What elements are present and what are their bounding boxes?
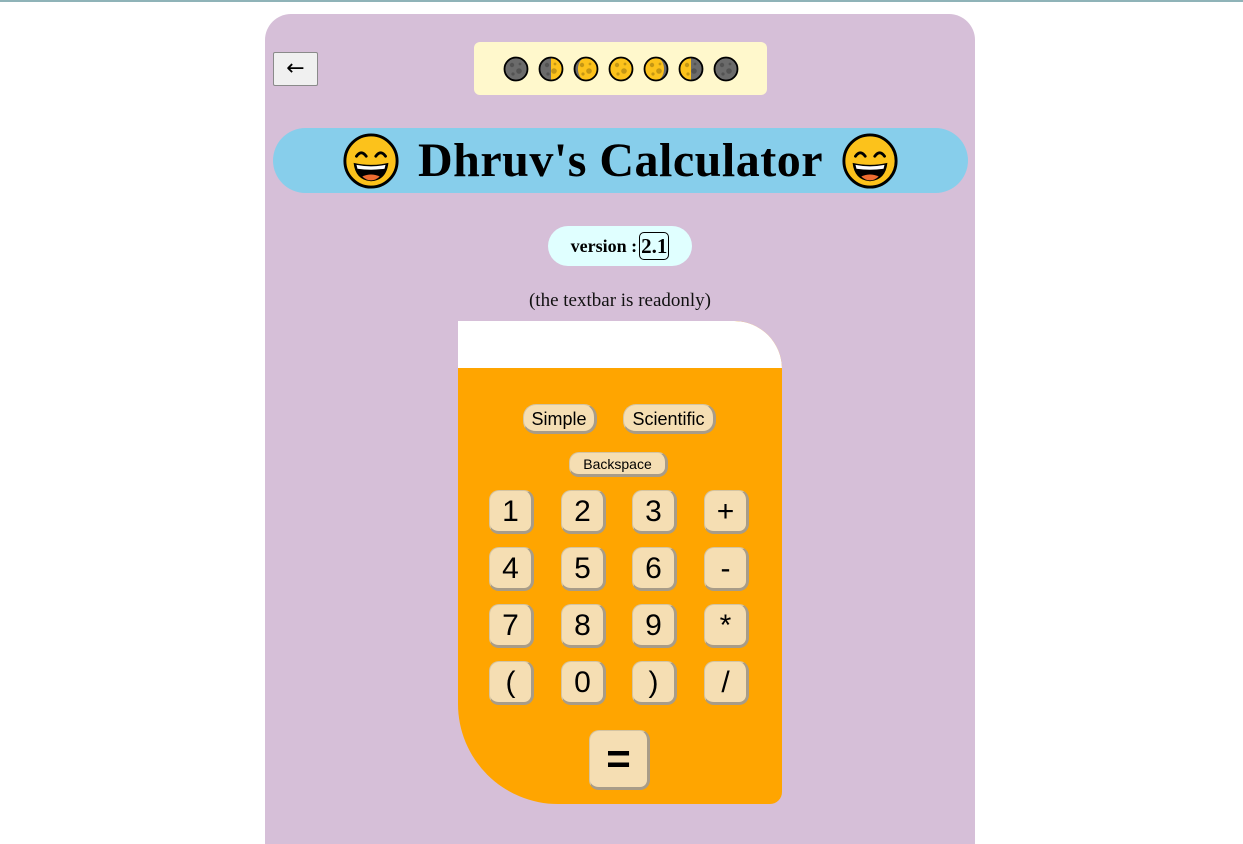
waxing-gibbous-moon-icon [573,56,598,81]
moon-phase-bar [474,42,767,95]
waning-gibbous-moon-icon [643,56,668,81]
key-button[interactable]: * [704,604,749,648]
new-moon-icon [503,56,528,81]
back-button[interactable]: ← [273,52,318,86]
title-banner: Dhruv's Calculator [273,128,968,193]
key-button[interactable]: 1 [489,490,534,534]
new-moon-icon [713,56,738,81]
backspace-button[interactable]: Backspace [569,452,668,477]
grinning-face-icon [842,132,898,189]
last-quarter-moon-icon [678,56,703,81]
key-button[interactable]: / [704,661,749,705]
key-button[interactable]: + [704,490,749,534]
main-card: ← Dhruv's Calculator version :2.1 (the t… [265,14,975,844]
equals-button[interactable]: = [589,730,650,790]
full-moon-icon [608,56,633,81]
scientific-mode-button[interactable]: Scientific [623,404,716,434]
key-button[interactable]: 9 [632,604,677,648]
calculator-display[interactable] [458,321,782,368]
key-button[interactable]: ) [632,661,677,705]
readonly-note: (the textbar is readonly) [528,290,711,311]
key-button[interactable]: 4 [489,547,534,591]
version-label: version : [570,235,638,256]
key-button[interactable]: 8 [561,604,606,648]
key-button[interactable]: 2 [561,490,606,534]
simple-mode-button[interactable]: Simple [523,404,597,434]
page-title: Dhruv's Calculator [418,134,823,187]
key-button[interactable]: 0 [561,661,606,705]
calculator: Simple Scientific Backspace = 1 2 3 +4 5 6- 7 8… [458,321,782,804]
key-button[interactable]: 7 [489,604,534,648]
version-badge: version :2.1 [548,226,692,266]
first-quarter-moon-icon [538,56,563,81]
key-button[interactable]: - [704,547,749,591]
key-button[interactable]: ( [489,661,534,705]
grinning-face-icon [343,132,399,189]
key-button[interactable]: 3 [632,490,677,534]
key-button[interactable]: 6 [632,547,677,591]
top-border [0,0,1243,2]
key-button[interactable]: 5 [561,547,606,591]
version-number: 2.1 [639,232,670,260]
